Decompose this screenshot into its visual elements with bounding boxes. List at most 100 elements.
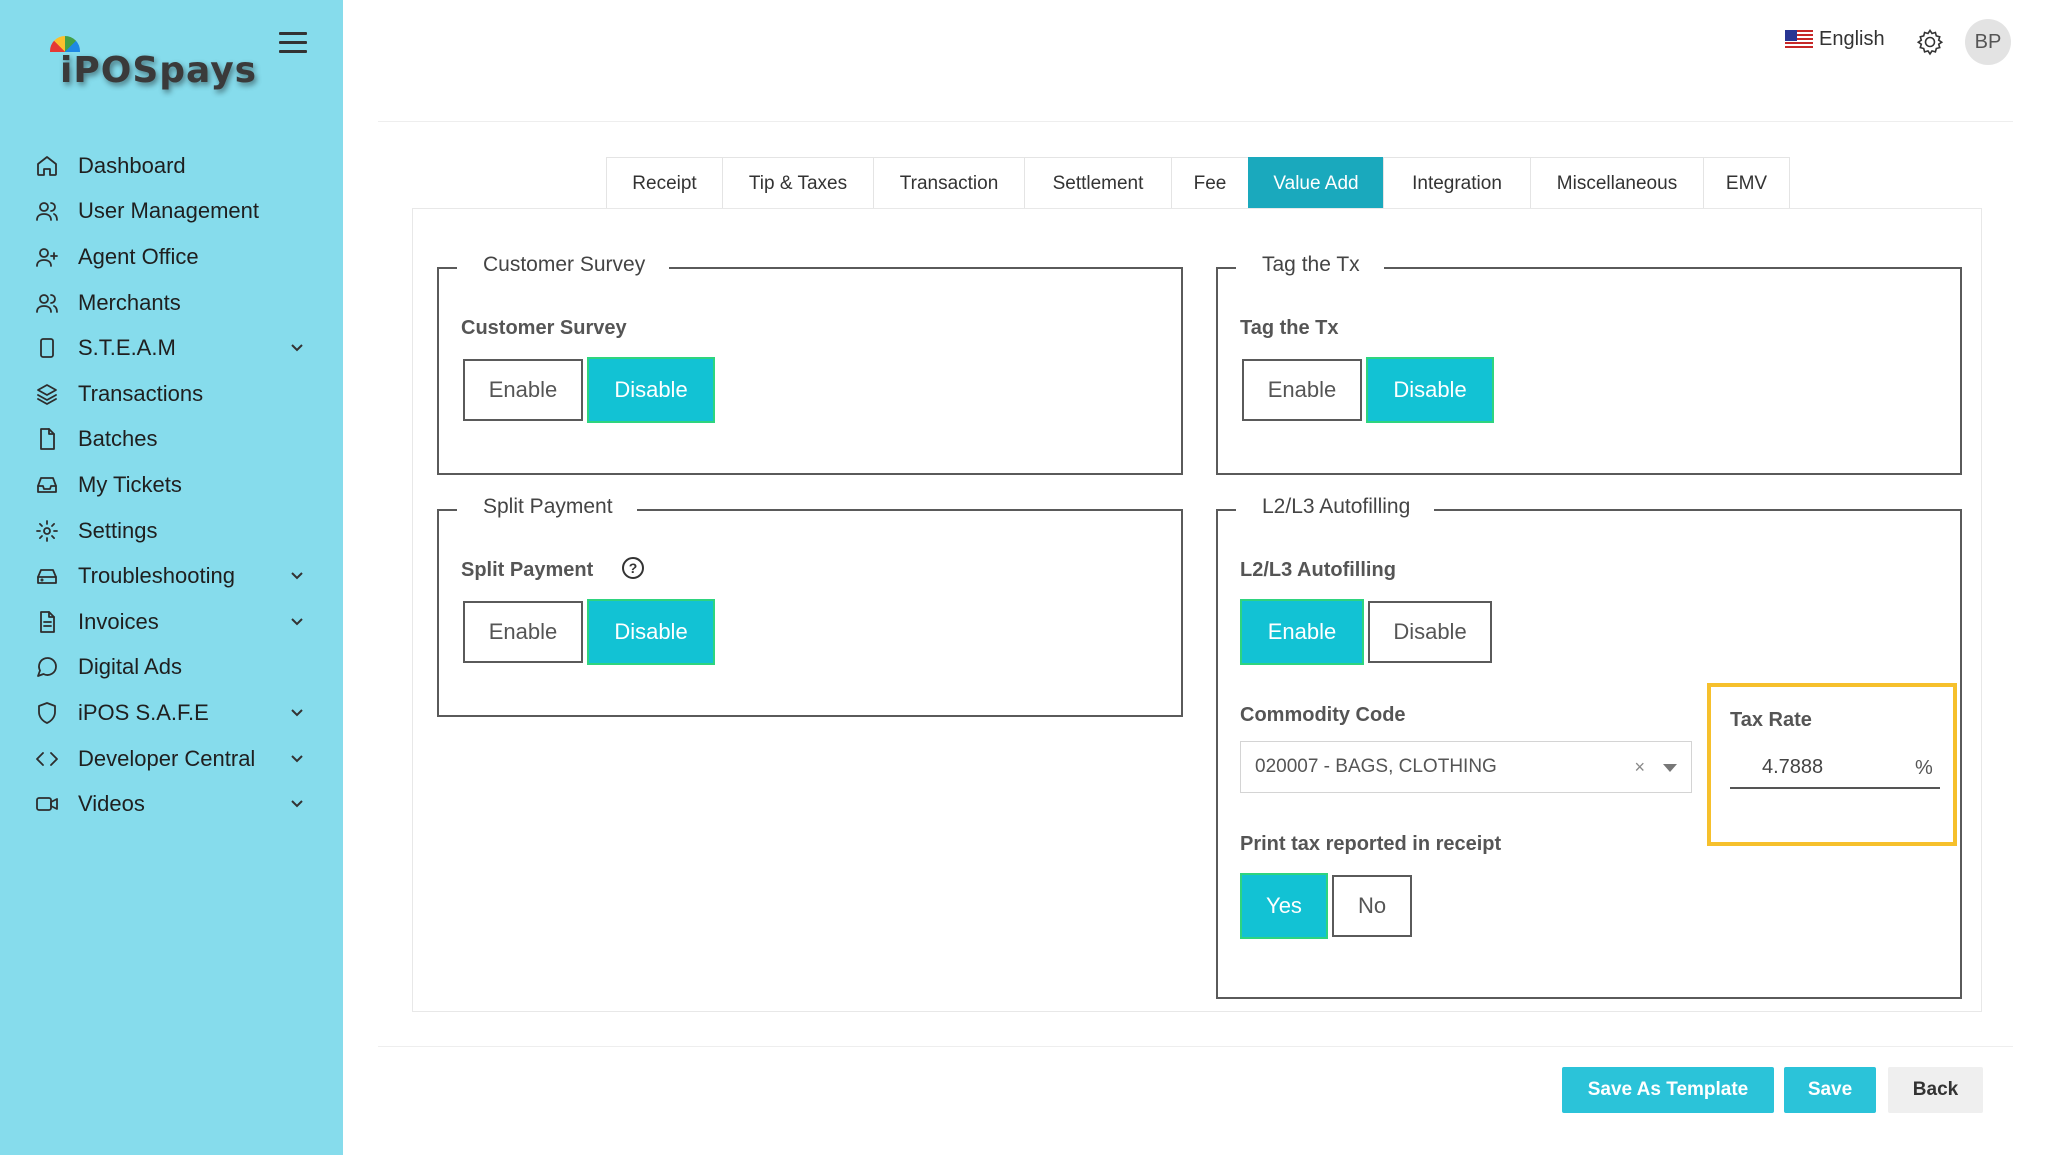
sidebar-item-merchants[interactable]: Merchants: [0, 280, 343, 326]
hamburger-menu-icon[interactable]: [279, 32, 307, 54]
message-circle-icon: [34, 654, 60, 680]
tab-receipt[interactable]: Receipt: [606, 157, 723, 209]
home-icon: [34, 153, 60, 179]
sidebar-item-steam[interactable]: S.T.E.A.M: [0, 325, 343, 371]
customer-survey-label: Customer Survey: [461, 317, 627, 339]
sidebar-item-invoices[interactable]: Invoices: [0, 599, 343, 645]
sidebar-item-label: Settings: [78, 517, 158, 543]
chevron-down-icon[interactable]: [289, 339, 305, 355]
ipospays-logo[interactable]: iPOSpays: [48, 36, 256, 98]
save-button[interactable]: Save: [1784, 1067, 1876, 1113]
commodity-code-select[interactable]: 020007 - BAGS, CLOTHING ×: [1240, 741, 1692, 793]
tag-tx-disable-button[interactable]: Disable: [1368, 359, 1492, 421]
video-icon: [34, 791, 60, 817]
tab-emv[interactable]: EMV: [1703, 157, 1790, 209]
sidebar-item-transactions[interactable]: Transactions: [0, 371, 343, 417]
sidebar-item-troubleshooting[interactable]: Troubleshooting: [0, 553, 343, 599]
print-tax-label: Print tax reported in receipt: [1240, 833, 1502, 855]
sidebar-item-dashboard[interactable]: Dashboard: [0, 143, 343, 189]
language-selector[interactable]: English: [1785, 28, 1885, 51]
sidebar-item-label: iPOS S.A.F.E: [78, 699, 209, 725]
sidebar-item-label: Digital Ads: [78, 654, 182, 680]
gear-icon[interactable]: [1915, 27, 1945, 57]
panel-legend: L2/L3 Autofilling: [1236, 495, 1435, 519]
l2l3-autofilling-toggle: Enable Disable: [1242, 601, 1498, 663]
gear-icon: [34, 518, 60, 544]
percent-unit: %: [1915, 757, 1933, 779]
sidebar-item-user-management[interactable]: User Management: [0, 189, 343, 235]
print-tax-no-button[interactable]: No: [1332, 875, 1412, 937]
l2l3-autofilling-label: L2/L3 Autofilling: [1240, 559, 1396, 581]
sidebar: iPOSpays Dashboard User Management Agent…: [0, 0, 343, 1155]
sidebar-item-label: Transactions: [78, 380, 204, 406]
commodity-code-value: 020007 - BAGS, CLOTHING: [1255, 756, 1497, 777]
sidebar-item-videos[interactable]: Videos: [0, 781, 343, 827]
tab-value-add[interactable]: Value Add: [1248, 157, 1384, 209]
layers-icon: [34, 381, 60, 407]
sidebar-item-label: Troubleshooting: [78, 563, 235, 589]
back-button[interactable]: Back: [1888, 1067, 1983, 1113]
sidebar-nav: Dashboard User Management Agent Office M…: [0, 143, 343, 827]
panel-legend: Split Payment: [457, 495, 637, 519]
logo-text: iPOSpays: [60, 50, 258, 91]
print-tax-yes-button[interactable]: Yes: [1242, 875, 1326, 937]
sidebar-item-label: Dashboard: [78, 152, 186, 178]
split-payment-enable-button[interactable]: Enable: [463, 601, 583, 663]
customer-survey-disable-button[interactable]: Disable: [589, 359, 713, 421]
panel-legend: Customer Survey: [457, 253, 670, 277]
users-icon: [34, 290, 60, 316]
sidebar-item-label: Developer Central: [78, 745, 256, 771]
chevron-down-icon[interactable]: [289, 613, 305, 629]
tag-tx-panel: Tag the Tx Tag the Tx Enable Disable: [1216, 253, 1962, 475]
sidebar-item-developer-central[interactable]: Developer Central: [0, 736, 343, 782]
l2l3-disable-button[interactable]: Disable: [1368, 601, 1492, 663]
sidebar-item-label: My Tickets: [78, 471, 182, 497]
file-icon: [34, 426, 60, 452]
language-label: English: [1819, 28, 1885, 50]
split-payment-disable-button[interactable]: Disable: [589, 601, 713, 663]
clear-icon[interactable]: ×: [1634, 757, 1645, 778]
help-circle-icon[interactable]: ?: [622, 557, 644, 579]
sidebar-item-label: Videos: [78, 791, 145, 817]
tab-fee[interactable]: Fee: [1171, 157, 1249, 209]
sidebar-item-my-tickets[interactable]: My Tickets: [0, 462, 343, 508]
sidebar-item-label: Invoices: [78, 608, 159, 634]
tab-integration[interactable]: Integration: [1383, 157, 1531, 209]
chevron-down-icon[interactable]: [289, 567, 305, 583]
chevron-down-icon[interactable]: [289, 704, 305, 720]
l2l3-enable-button[interactable]: Enable: [1242, 601, 1362, 663]
sidebar-item-digital-ads[interactable]: Digital Ads: [0, 645, 343, 691]
chevron-down-icon[interactable]: [289, 795, 305, 811]
value-add-content: Customer Survey Customer Survey Enable D…: [412, 208, 1982, 1012]
print-tax-toggle: Yes No: [1242, 875, 1418, 937]
caret-down-icon[interactable]: [1663, 764, 1677, 772]
sidebar-item-settings[interactable]: Settings: [0, 508, 343, 554]
sidebar-item-agent-office[interactable]: Agent Office: [0, 234, 343, 280]
sidebar-item-label: Agent Office: [78, 243, 199, 269]
tab-miscellaneous[interactable]: Miscellaneous: [1530, 157, 1704, 209]
tab-transaction[interactable]: Transaction: [873, 157, 1025, 209]
sidebar-item-batches[interactable]: Batches: [0, 417, 343, 463]
footer-divider: [378, 1046, 2013, 1047]
split-payment-toggle: Enable Disable: [463, 601, 719, 663]
tax-rate-highlight: Tax Rate %: [1707, 683, 1957, 846]
tax-rate-input[interactable]: [1730, 747, 1940, 789]
tag-tx-enable-button[interactable]: Enable: [1242, 359, 1362, 421]
tag-tx-label: Tag the Tx: [1240, 317, 1339, 339]
settings-tabs: Receipt Tip & Taxes Transaction Settleme…: [606, 157, 1790, 209]
chevron-down-icon[interactable]: [289, 750, 305, 766]
code-icon: [34, 746, 60, 772]
customer-survey-toggle: Enable Disable: [463, 359, 719, 421]
split-payment-label: Split Payment: [461, 559, 594, 581]
customer-survey-enable-button[interactable]: Enable: [463, 359, 583, 421]
save-as-template-button[interactable]: Save As Template: [1562, 1067, 1774, 1113]
tag-tx-toggle: Enable Disable: [1242, 359, 1498, 421]
hard-drive-icon: [34, 563, 60, 589]
users-icon: [34, 198, 60, 224]
inbox-icon: [34, 472, 60, 498]
sidebar-item-ipos-safe[interactable]: iPOS S.A.F.E: [0, 690, 343, 736]
tab-settlement[interactable]: Settlement: [1024, 157, 1172, 209]
avatar[interactable]: BP: [1965, 19, 2011, 65]
tab-tip-taxes[interactable]: Tip & Taxes: [722, 157, 874, 209]
shield-icon: [34, 700, 60, 726]
